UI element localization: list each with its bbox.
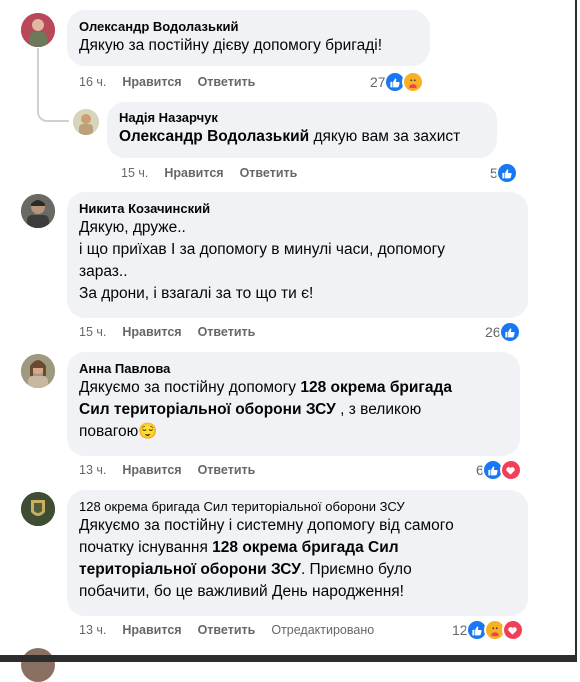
- relieved-emoji-icon: 😌: [138, 423, 158, 440]
- reply-button[interactable]: Ответить: [198, 75, 256, 89]
- window-frame-bottom: [0, 655, 577, 662]
- comment-actions: 13 ч. Нравится Ответить Отредактировано: [79, 622, 390, 638]
- comment-actions: 13 ч. Нравится Ответить: [79, 462, 271, 478]
- avatar[interactable]: [73, 109, 99, 135]
- heart-reaction-icon: [501, 619, 524, 641]
- like-reaction-icon: [498, 321, 521, 343]
- comment-bubble: Никита Козачинский Дякую, друже.. і що п…: [67, 192, 528, 318]
- comment-text: Дякую, друже.. і що приїхав І за допомог…: [79, 219, 445, 302]
- comment-time[interactable]: 15 ч.: [79, 325, 106, 339]
- reply-button[interactable]: Ответить: [240, 166, 298, 180]
- avatar[interactable]: [21, 194, 55, 228]
- comment-actions: 16 ч. Нравится Ответить: [79, 74, 271, 90]
- window-frame-right: [575, 0, 577, 662]
- comment-bubble: Надія Назарчук Олександр Водолазький дяк…: [107, 102, 497, 158]
- edited-label: Отредактировано: [271, 623, 375, 637]
- avatar-image: [21, 13, 55, 47]
- mention-link[interactable]: Олександр Водолазький: [119, 128, 309, 145]
- heart-reaction-icon: [499, 459, 522, 481]
- comment-text: Дякуємо за постійну допомогу 128 окрема …: [79, 379, 452, 440]
- mention-link[interactable]: територіальної оборони ЗСУ: [79, 561, 301, 578]
- reaction-summary[interactable]: 6: [476, 459, 522, 481]
- like-button[interactable]: Нравится: [122, 463, 181, 477]
- like-button[interactable]: Нравится: [164, 166, 223, 180]
- comment-author[interactable]: 128 окрема бригада Сил територіальної об…: [79, 498, 516, 515]
- comment-author[interactable]: Анна Павлова: [79, 360, 508, 377]
- mention-link[interactable]: Сил територіальної оборони ЗСУ: [79, 401, 336, 418]
- avatar-image: [73, 109, 99, 135]
- mention-link[interactable]: 128 окрема бригада Сил: [212, 539, 398, 556]
- reply-button[interactable]: Ответить: [198, 325, 256, 339]
- comment-author[interactable]: Никита Козачинский: [79, 200, 516, 217]
- reaction-summary[interactable]: 26: [485, 321, 521, 343]
- avatar[interactable]: [21, 13, 55, 47]
- comment-author[interactable]: Надія Назарчук: [119, 109, 485, 126]
- avatar-image: [21, 354, 55, 388]
- comment-text: Дякуємо за постійну і системну допомогу …: [79, 517, 454, 600]
- avatar-image: [21, 492, 55, 526]
- comment-time[interactable]: 13 ч.: [79, 463, 106, 477]
- comment-time[interactable]: 15 ч.: [121, 166, 148, 180]
- comment-time[interactable]: 16 ч.: [79, 75, 106, 89]
- comment-actions: 15 ч. Нравится Ответить: [79, 324, 271, 340]
- comment-bubble: 128 окрема бригада Сил територіальної об…: [67, 490, 528, 616]
- comment-time[interactable]: 13 ч.: [79, 623, 106, 637]
- reply-button[interactable]: Ответить: [198, 463, 256, 477]
- like-button[interactable]: Нравится: [122, 325, 181, 339]
- like-button[interactable]: Нравится: [122, 623, 181, 637]
- care-reaction-icon: [401, 71, 424, 93]
- reaction-summary[interactable]: 12: [452, 619, 524, 641]
- like-button[interactable]: Нравится: [122, 75, 181, 89]
- reaction-summary[interactable]: 5: [490, 162, 518, 184]
- comment-bubble: Олександр Водолазький Дякую за постійну …: [67, 10, 430, 66]
- comment-author[interactable]: Олександр Водолазький: [79, 18, 418, 35]
- avatar[interactable]: [21, 354, 55, 388]
- comment-actions: 15 ч. Нравится Ответить: [121, 165, 313, 181]
- like-reaction-icon: [495, 162, 518, 184]
- comment-text: Олександр Водолазький дякую вам за захис…: [119, 128, 461, 145]
- avatar[interactable]: [21, 492, 55, 526]
- comment-text: Дякую за постійну дієву допомогу бригаді…: [79, 37, 383, 54]
- reply-button[interactable]: Ответить: [198, 623, 256, 637]
- reaction-summary[interactable]: 27: [370, 71, 424, 93]
- avatar[interactable]: [21, 648, 55, 682]
- mention-link[interactable]: 128 окрема бригада: [300, 379, 452, 396]
- comment-bubble: Анна Павлова Дякуємо за постійну допомог…: [67, 352, 520, 456]
- thread-line: [37, 48, 69, 122]
- avatar-image: [21, 194, 55, 228]
